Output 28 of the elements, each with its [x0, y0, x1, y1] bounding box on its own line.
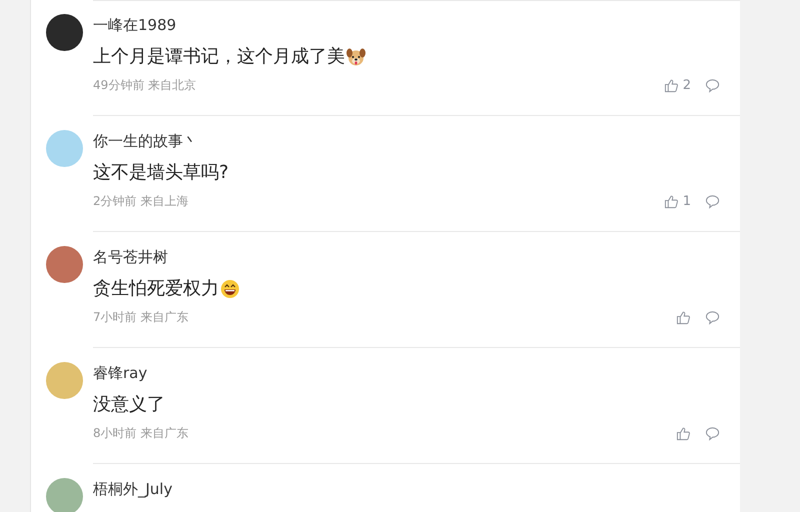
laughing-face-icon — [220, 279, 240, 299]
comment-meta: 7小时前 来自广东 — [93, 309, 188, 326]
username[interactable]: 名号苍井树 — [93, 246, 720, 268]
username[interactable]: 梧桐外_July — [93, 478, 720, 500]
comment-button[interactable] — [705, 426, 720, 441]
comment-meta: 49分钟前 来自北京 — [93, 77, 196, 94]
comment-meta: 8小时前 来自广东 — [93, 425, 188, 442]
avatar[interactable] — [46, 14, 83, 51]
speech-bubble-icon — [705, 426, 720, 441]
comment-meta: 2分钟前 来自上海 — [93, 193, 188, 210]
comment-text: 这不是墙头草吗? — [93, 161, 229, 185]
comment-button[interactable] — [705, 310, 720, 325]
comment-text: 贪生怕死爱权力 — [93, 277, 219, 301]
thumbs-up-icon — [676, 426, 691, 441]
thumbs-up-icon — [676, 310, 691, 325]
speech-bubble-icon — [705, 78, 720, 93]
thumbs-up-icon — [664, 194, 679, 209]
comment-text: 上个月是谭书记，这个月成了美 — [93, 45, 345, 69]
speech-bubble-icon — [705, 310, 720, 325]
comment-text: 没意义了 — [93, 393, 165, 417]
username[interactable]: 一峰在1989 — [93, 14, 720, 36]
comment-button[interactable] — [705, 78, 720, 93]
dog-face-icon — [346, 47, 366, 67]
username[interactable]: 你一生的故事丶 — [93, 130, 720, 152]
speech-bubble-icon — [705, 194, 720, 209]
username[interactable]: 睿锋ray — [93, 362, 720, 384]
thumbs-up-icon — [664, 78, 679, 93]
comment-button[interactable] — [705, 194, 720, 209]
